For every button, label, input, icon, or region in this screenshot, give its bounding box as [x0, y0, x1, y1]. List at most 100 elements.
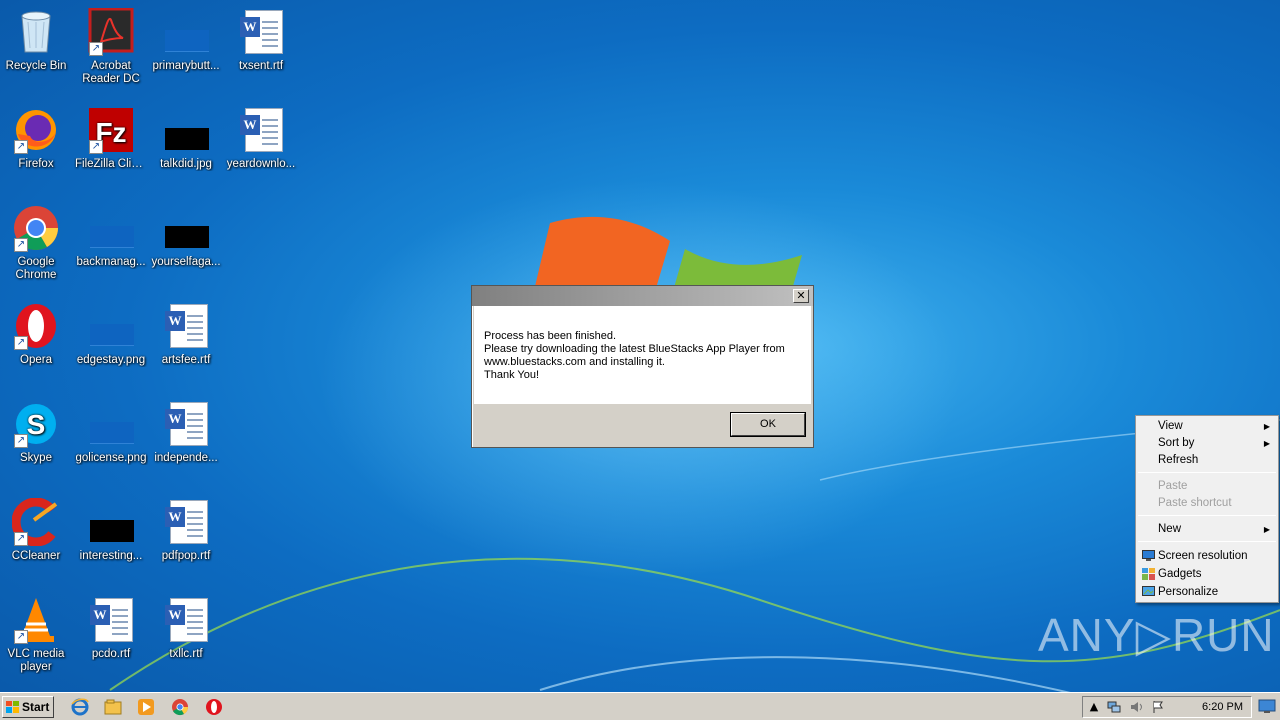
ok-button[interactable]: OK	[730, 412, 806, 437]
image-file-icon	[87, 204, 135, 252]
volume-icon[interactable]	[1129, 700, 1143, 714]
skype-icon: S ↗	[12, 400, 60, 448]
screen-resolution-icon	[1142, 550, 1155, 561]
word-doc-icon: W	[162, 498, 210, 546]
desktop-icon-filezilla[interactable]: Fz ↗ FileZilla Client	[74, 106, 148, 171]
desktop-icon-google-chrome[interactable]: ↗ Google Chrome	[0, 204, 73, 282]
system-tray: ▲ 6:20 PM	[1082, 696, 1252, 718]
menu-item-personalize[interactable]: Personalize	[1138, 584, 1276, 601]
menu-item-refresh[interactable]: Refresh	[1138, 452, 1276, 469]
menu-item-view[interactable]: View ▶	[1138, 418, 1276, 435]
menu-item-screen-resolution[interactable]: Screen resolution	[1138, 548, 1276, 565]
image-file-icon	[162, 8, 210, 56]
anyrun-watermark: ANY▷RUN	[1038, 609, 1275, 661]
ccleaner-icon: ↗	[11, 497, 60, 547]
internet-explorer-icon[interactable]	[71, 698, 89, 716]
menu-item-label: Personalize	[1158, 586, 1219, 598]
acrobat-icon: ↗	[87, 7, 135, 56]
menu-separator	[1138, 541, 1276, 542]
submenu-arrow-icon: ▶	[1263, 439, 1270, 448]
desktop-icon-opera[interactable]: ↗ Opera	[0, 302, 73, 367]
menu-item-label: Refresh	[1158, 454, 1199, 466]
word-doc-icon: W	[237, 8, 285, 56]
close-button[interactable]: ✕	[793, 289, 809, 303]
menu-item-sort-by[interactable]: Sort by ▶	[1138, 435, 1276, 452]
image-file-icon	[87, 498, 135, 546]
menu-item-label: View	[1158, 420, 1183, 432]
desktop-icon-pdfpop[interactable]: W pdfpop.rtf	[149, 498, 223, 563]
desktop-icon-talkdid[interactable]: talkdid.jpg	[149, 106, 223, 171]
chrome-icon: ↗	[12, 204, 60, 252]
desktop-icon-recycle-bin[interactable]: Recycle Bin	[0, 8, 73, 73]
dialog-message: Process has been finished. Please try do…	[474, 306, 811, 404]
word-doc-icon: W	[162, 400, 210, 448]
word-doc-icon: W	[162, 596, 210, 644]
menu-item-label: Sort by	[1158, 437, 1195, 449]
desktop-icon-vlc[interactable]: ↗ VLC media player	[0, 596, 73, 674]
opera-icon: ↗	[12, 302, 60, 350]
personalize-icon	[1142, 586, 1155, 596]
bluestacks-dialog: ✕ Process has been finished. Please try …	[471, 285, 814, 448]
menu-item-label: Gadgets	[1158, 568, 1202, 580]
desktop-icon-independe[interactable]: W independe...	[149, 400, 223, 465]
chrome-icon[interactable]	[171, 698, 189, 716]
menu-item-label: Paste shortcut	[1158, 497, 1232, 509]
word-doc-icon: W	[237, 106, 285, 154]
desktop-icon-edgestay[interactable]: edgestay.png	[74, 302, 148, 367]
image-file-icon	[162, 106, 210, 154]
desktop-icon-acrobat[interactable]: ↗ Acrobat Reader DC	[74, 7, 148, 86]
menu-item-label: New	[1158, 523, 1182, 535]
desktop-context-menu: View ▶ Sort by ▶ Refresh Paste Paste sho…	[1135, 415, 1279, 603]
vlc-icon: ↗	[12, 596, 60, 644]
desktop-icon-backmanag[interactable]: backmanag...	[74, 204, 148, 269]
start-label: Start	[22, 700, 50, 714]
opera-icon[interactable]	[205, 698, 223, 716]
submenu-arrow-icon: ▶	[1263, 422, 1270, 431]
svg-text:S: S	[27, 409, 46, 440]
gadgets-icon	[1142, 568, 1155, 580]
desktop-icon-firefox[interactable]: ↗ Firefox	[0, 106, 73, 171]
desktop-icon-yeardownlo[interactable]: W yeardownlo...	[224, 106, 298, 171]
image-file-icon	[87, 400, 135, 448]
message-line: Please try downloading the latest BlueSt…	[484, 343, 785, 355]
message-line: Process has been finished.	[484, 330, 617, 342]
network-icon[interactable]	[1107, 700, 1121, 714]
show-desktop-icon[interactable]	[1258, 698, 1276, 714]
menu-separator	[1138, 515, 1276, 516]
menu-item-paste[interactable]: Paste	[1138, 478, 1276, 495]
desktop-icon-txllc[interactable]: W txllc.rtf	[149, 596, 223, 661]
media-player-icon[interactable]	[137, 698, 155, 716]
dialog-titlebar[interactable]: ✕	[472, 286, 813, 306]
message-line: Thank You!	[484, 369, 540, 381]
desktop-icon-yourselfaga[interactable]: yourselfaga...	[149, 204, 223, 269]
taskbar: Start ▲ 6:20 PM	[0, 692, 1280, 720]
desktop-icon-interesting[interactable]: interesting...	[74, 498, 148, 563]
desktop-icon-golicense[interactable]: golicense.png	[74, 400, 148, 465]
desktop-icon-ccleaner[interactable]: ↗ CCleaner	[0, 497, 73, 563]
start-button[interactable]: Start	[2, 696, 54, 718]
desktop-icon-txsent[interactable]: W txsent.rtf	[224, 8, 298, 73]
desktop-icon-artsfee[interactable]: W artsfee.rtf	[149, 302, 223, 367]
filezilla-icon: Fz ↗	[87, 106, 135, 154]
image-file-icon	[87, 302, 135, 350]
firefox-icon: ↗	[12, 106, 60, 154]
desktop-icon-skype[interactable]: S ↗ Skype	[0, 400, 73, 465]
submenu-arrow-icon: ▶	[1263, 525, 1270, 534]
windows-flag-icon	[6, 701, 19, 713]
action-center-flag-icon[interactable]	[1151, 700, 1165, 714]
menu-item-paste-shortcut[interactable]: Paste shortcut	[1138, 495, 1276, 512]
image-file-icon	[162, 204, 210, 252]
desktop-icon-primarybutt[interactable]: primarybutt...	[149, 8, 223, 73]
menu-item-new[interactable]: New ▶	[1138, 521, 1276, 538]
menu-item-gadgets[interactable]: Gadgets	[1138, 566, 1276, 583]
explorer-icon[interactable]	[104, 698, 122, 716]
menu-item-label: Screen resolution	[1158, 550, 1248, 562]
word-doc-icon: W	[87, 596, 135, 644]
clock[interactable]: 6:20 PM	[1202, 697, 1243, 717]
message-line: www.bluestacks.com and installing it.	[484, 356, 665, 368]
desktop-icon-pcdo[interactable]: W pcdo.rtf	[74, 596, 148, 661]
close-icon: ✕	[796, 289, 806, 302]
menu-separator	[1138, 472, 1276, 473]
recycle-bin-icon	[12, 8, 60, 56]
show-hidden-icons-icon[interactable]: ▲	[1087, 700, 1101, 714]
